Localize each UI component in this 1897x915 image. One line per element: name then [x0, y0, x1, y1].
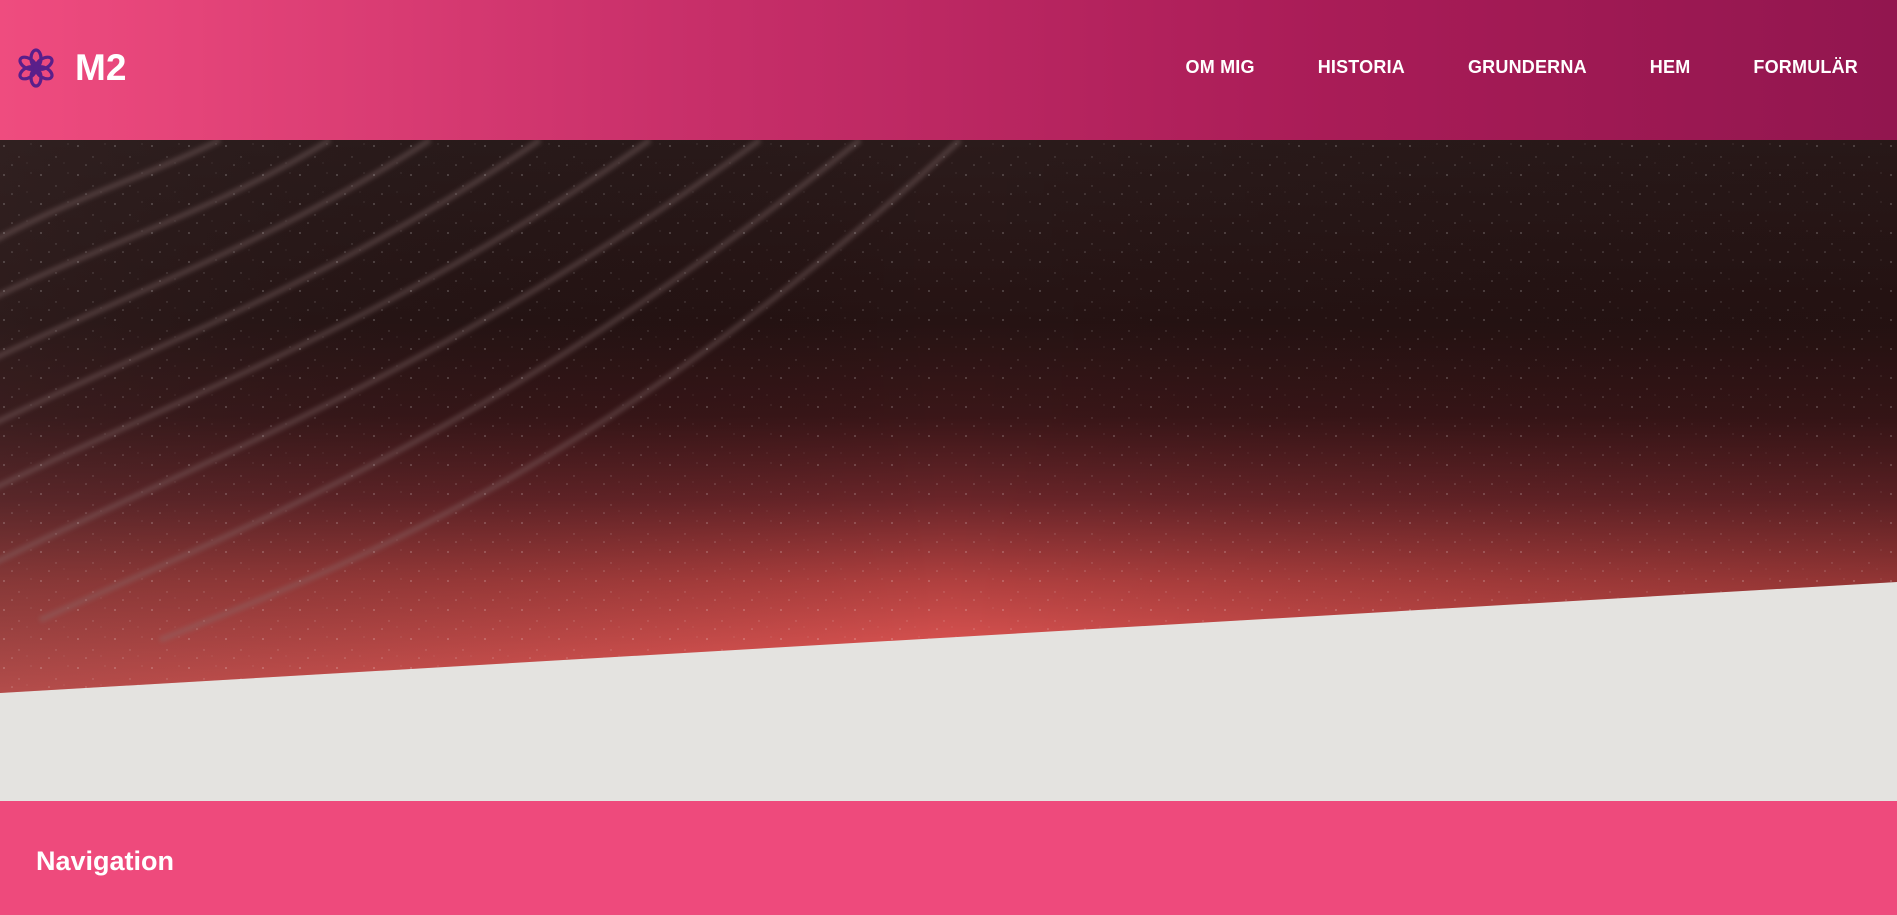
flower-icon [18, 48, 54, 88]
footer-heading: Navigation [36, 846, 175, 876]
brand[interactable]: M2 [16, 47, 126, 89]
main-nav: OM MIG HISTORIA GRUNDERNA HEM FORMULÄR [1186, 56, 1859, 78]
brand-name: M2 [75, 47, 127, 88]
nav-link-grunderna[interactable]: GRUNDERNA [1468, 57, 1587, 78]
nav-link-historia[interactable]: HISTORIA [1318, 57, 1405, 78]
nav-link-hem[interactable]: HEM [1650, 57, 1691, 78]
hero-image [0, 140, 1897, 693]
nav-link-om-mig[interactable]: OM MIG [1186, 57, 1255, 78]
content-area [0, 693, 1897, 801]
sand-dunes-photo [0, 140, 1897, 693]
site-header: M2 OM MIG HISTORIA GRUNDERNA HEM FORMULÄ… [0, 0, 1897, 140]
footer-bar: Navigation [0, 801, 1897, 915]
nav-link-formular[interactable]: FORMULÄR [1753, 57, 1858, 78]
